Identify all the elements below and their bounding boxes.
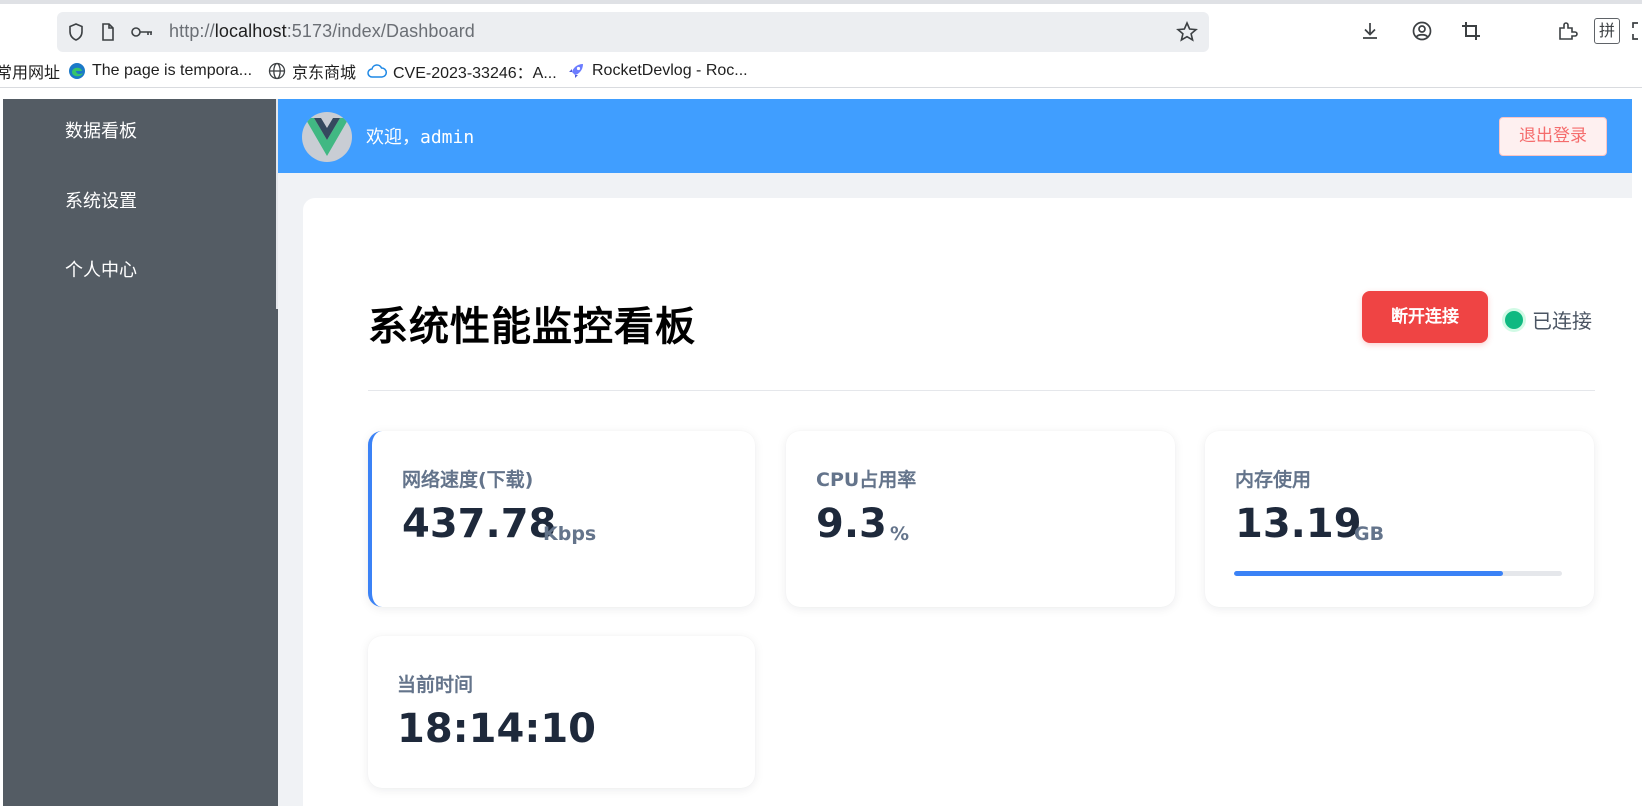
card-label: 网络速度(下载)	[402, 469, 534, 491]
card-label: 内存使用	[1235, 469, 1312, 491]
url-host: localhost	[214, 21, 287, 41]
logout-button[interactable]: 退出登录	[1499, 117, 1607, 156]
memory-usage-card: 内存使用 13.19 GB	[1205, 431, 1594, 607]
title-divider	[368, 390, 1595, 391]
bookmark-label: CVE-2023-33246：A...	[393, 65, 557, 82]
shield-icon[interactable]	[66, 22, 86, 42]
bookmark-label: 常用网址	[0, 65, 61, 82]
top-header: 欢迎，admin 退出登录	[278, 99, 1632, 173]
sidebar-item-profile[interactable]: 个人中心	[3, 243, 278, 299]
bookmark-jd[interactable]: 京东商城	[268, 60, 356, 82]
cloud-icon	[367, 64, 387, 78]
bookmark-label: RocketDevlog - Roc...	[592, 62, 748, 79]
crop-icon[interactable]	[1460, 20, 1482, 42]
account-icon[interactable]	[1411, 20, 1433, 42]
bookmark-cve[interactable]: CVE-2023-33246：A...	[367, 60, 557, 82]
bookmark-rocketdevlog[interactable]: RocketDevlog - Roc...	[566, 60, 748, 82]
bookmark-page-temporary[interactable]: The page is tempora...	[68, 60, 252, 82]
sidebar-item-dashboard[interactable]: 数据看板	[3, 104, 278, 160]
cpu-usage-card: CPU占用率 9.3 %	[786, 431, 1175, 607]
extensions-icon[interactable]	[1556, 20, 1578, 42]
url-path: :5173/index/Dashboard	[286, 21, 475, 41]
page-title: 系统性能监控看板	[368, 304, 696, 350]
url-prefix: http://	[169, 21, 215, 41]
page-icon[interactable]	[98, 22, 118, 42]
card-label: 当前时间	[397, 674, 474, 696]
bookmarks-bar: 常用网址 The page is tempora... 京东商城 CVE-202…	[0, 52, 1642, 88]
fullscreen-icon[interactable]	[1630, 20, 1642, 42]
ime-indicator[interactable]: 拼	[1594, 18, 1620, 44]
key-icon[interactable]	[130, 22, 154, 42]
card-label: CPU占用率	[816, 469, 917, 491]
browser-toolbar: http://localhost:5173/index/Dashboard 拼	[0, 4, 1642, 52]
bookmark-folder-common[interactable]: 常用网址	[0, 60, 60, 82]
star-bookmark-icon[interactable]	[1176, 20, 1198, 43]
memory-progress-fill	[1234, 571, 1503, 576]
cpu-usage-value: 9.3	[816, 501, 887, 547]
bookmark-label: 京东商城	[292, 65, 357, 82]
address-bar[interactable]: http://localhost:5173/index/Dashboard	[57, 12, 1209, 52]
rocket-icon	[569, 64, 583, 78]
network-speed-unit: Kbps	[543, 523, 597, 545]
avatar[interactable]	[302, 112, 352, 162]
vue-logo-icon	[305, 118, 349, 156]
edge-icon	[69, 63, 85, 79]
memory-usage-value: 13.19	[1235, 501, 1362, 547]
current-time-value: 18:14:10	[397, 706, 596, 752]
cpu-usage-unit: %	[890, 523, 910, 545]
connection-status: 已连接	[1505, 305, 1592, 334]
current-time-card: 当前时间 18:14:10	[368, 636, 755, 788]
sidebar-menu: 数据看板 系统设置 个人中心	[3, 99, 278, 806]
disconnect-button[interactable]: 断开连接	[1362, 291, 1488, 343]
status-dot-icon	[1505, 310, 1523, 329]
memory-usage-unit: GB	[1354, 523, 1385, 545]
download-icon[interactable]	[1359, 20, 1381, 42]
status-text: 已连接	[1532, 309, 1592, 333]
memory-progress-bar	[1234, 571, 1562, 576]
welcome-text: 欢迎，admin	[366, 127, 475, 148]
sidebar-item-settings[interactable]: 系统设置	[3, 174, 278, 230]
bookmark-label: The page is tempora...	[92, 62, 253, 79]
network-speed-card: 网络速度(下载) 437.78 Kbps	[368, 431, 755, 607]
globe-icon	[268, 62, 286, 80]
network-speed-value: 437.78	[402, 501, 557, 547]
url-text[interactable]: http://localhost:5173/index/Dashboard	[169, 21, 475, 42]
